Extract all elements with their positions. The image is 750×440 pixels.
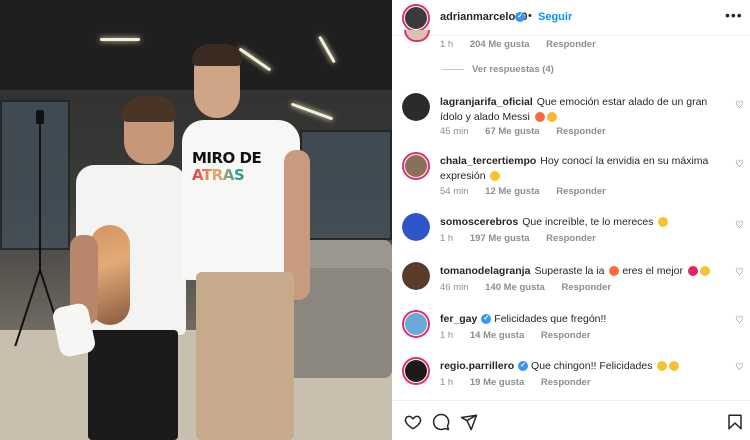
comment-time: 45 min [440, 126, 469, 137]
commenter-avatar[interactable] [402, 213, 430, 241]
commenter-avatar[interactable] [402, 262, 430, 290]
verified-badge-icon: ✓ [515, 12, 525, 22]
view-replies-button[interactable]: Ver respuestas (4) [442, 64, 554, 75]
verified-badge-icon: ✓ [518, 361, 529, 372]
comment-likes[interactable]: 19 Me gusta [470, 377, 524, 388]
comment-text: somoscerebros Que increíble, te lo merece… [440, 215, 730, 230]
like-comment-heart-icon[interactable]: ♡ [735, 268, 745, 278]
comment-likes[interactable]: 12 Me gusta [485, 186, 539, 197]
hands-emoji-icon [658, 217, 669, 228]
like-comment-heart-icon[interactable]: ♡ [735, 101, 745, 111]
like-comment-heart-icon[interactable]: ♡ [735, 316, 745, 326]
reply-button[interactable]: Responder [541, 377, 591, 388]
comment-text: tomanodelagranja Superaste la ia eres el … [440, 264, 730, 279]
like-comment-heart-icon[interactable]: ♡ [735, 160, 745, 170]
commenter-avatar[interactable] [402, 357, 430, 385]
comment-time: 1 h [440, 330, 454, 341]
person-right-hair [192, 44, 242, 66]
previous-comment-avatar[interactable] [404, 30, 430, 42]
comment-time: 1 h [440, 39, 454, 50]
comment-likes[interactable]: 14 Me gusta [470, 330, 524, 341]
clap-emoji-icon [669, 361, 680, 372]
person-left-hair [122, 96, 176, 122]
comment-likes[interactable]: 197 Me gusta [470, 233, 530, 244]
person-right-pants [196, 272, 294, 440]
ceiling-light [290, 102, 334, 121]
follow-button[interactable]: Seguir [538, 11, 572, 23]
reply-button[interactable]: Responder [546, 233, 596, 244]
window [300, 130, 392, 240]
comment-meta: 1 h 197 Me gusta Responder [440, 233, 610, 244]
comments-panel: adrianmarcelo10 ✓ • Seguir ••• 1 h 204 M… [392, 0, 750, 440]
comment-icon[interactable] [432, 413, 450, 431]
commenter-avatar[interactable] [402, 310, 430, 338]
comment-time: 46 min [440, 282, 469, 293]
commenter-username[interactable]: regio.parrillero [440, 360, 514, 372]
post-photo[interactable]: MIRO DE ATRAS [0, 0, 392, 440]
comment-meta: 1 h 14 Me gusta Responder [440, 330, 605, 341]
clap-emoji-icon [546, 112, 557, 123]
comment-text: lagranjarifa_oficial Que emoción estar al… [440, 96, 708, 123]
bookmark-icon[interactable] [726, 413, 744, 431]
comment-time: 54 min [440, 186, 469, 197]
person-left-pants [88, 330, 178, 440]
fire-emoji-icon [609, 266, 620, 277]
ceiling-light [100, 38, 140, 41]
shirt-print-text: MIRO DE ATRAS [192, 149, 262, 184]
reply-button[interactable]: Responder [556, 126, 606, 137]
hands-emoji-icon [699, 266, 710, 277]
heart-icon[interactable] [404, 413, 422, 431]
comment-text: regio.parrillero ✓ Que chingon!! Felicida… [440, 359, 730, 374]
commenter-username[interactable]: somoscerebros [440, 216, 518, 228]
post-header: adrianmarcelo10 ✓ • Seguir ••• [392, 0, 750, 36]
previous-comment-meta: 1 h 204 Me gusta Responder [440, 39, 610, 50]
reply-button[interactable]: Responder [561, 282, 611, 293]
author-avatar[interactable] [402, 4, 430, 32]
comment-time: 1 h [440, 377, 454, 388]
comment-text: fer_gay ✓ Felicidades que fregón!! [440, 313, 607, 325]
share-icon[interactable] [460, 413, 478, 431]
heart-emoji-icon [687, 266, 698, 277]
commenter-username[interactable]: chala_tercertiempo [440, 155, 536, 167]
comment-meta: 46 min 140 Me gusta Responder [440, 282, 625, 293]
fire-emoji-icon [534, 112, 545, 123]
replies-divider [442, 68, 464, 70]
action-bar [392, 400, 750, 440]
like-comment-heart-icon[interactable]: ♡ [735, 221, 745, 231]
comment-likes[interactable]: 204 Me gusta [470, 39, 530, 50]
comment-likes[interactable]: 67 Me gusta [485, 126, 539, 137]
like-comment-heart-icon[interactable]: ♡ [735, 363, 745, 373]
reply-button[interactable]: Responder [556, 186, 606, 197]
commenter-avatar[interactable] [402, 93, 430, 121]
face-emoji-icon [490, 171, 501, 182]
comment-meta: 1 h 19 Me gusta Responder [440, 377, 605, 388]
commenter-avatar[interactable] [402, 152, 430, 180]
comment-text: chala_tercertiempo Hoy conocí la envidia … [440, 155, 709, 182]
reply-button[interactable]: Responder [546, 39, 596, 50]
clap-emoji-icon [657, 361, 668, 372]
commenter-username[interactable]: lagranjarifa_oficial [440, 96, 533, 108]
commenter-username[interactable]: fer_gay [440, 313, 477, 325]
more-options-icon[interactable]: ••• [725, 7, 743, 23]
comment-meta: 54 min 12 Me gusta Responder [440, 186, 620, 197]
verified-badge-icon: ✓ [481, 314, 492, 325]
comment-meta: 45 min 67 Me gusta Responder [440, 126, 620, 137]
reply-button[interactable]: Responder [541, 330, 591, 341]
commenter-username[interactable]: tomanodelagranja [440, 265, 530, 277]
comment-time: 1 h [440, 233, 454, 244]
person-right-shirt [182, 120, 300, 280]
comment-likes[interactable]: 140 Me gusta [485, 282, 545, 293]
separator-dot: • [528, 10, 532, 22]
